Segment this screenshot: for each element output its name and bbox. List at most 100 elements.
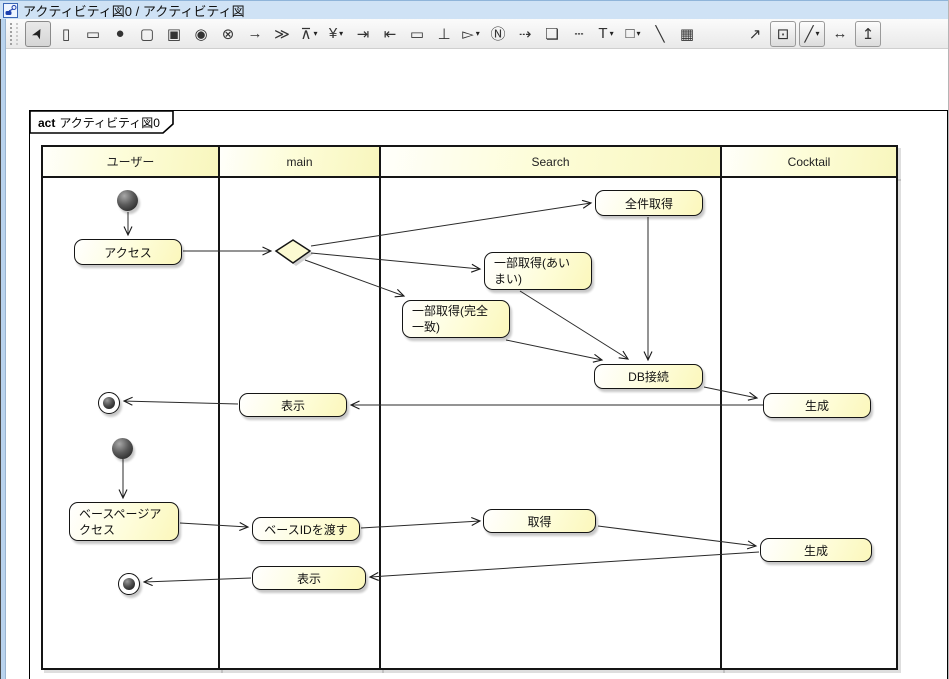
object-node-tool-glyph: ▭ <box>410 25 424 43</box>
dropdown-caret-icon[interactable]: ▾ <box>476 29 480 38</box>
activity-final-node-1[interactable] <box>98 392 120 414</box>
dependency-tool[interactable]: ⇢ <box>513 22 537 46</box>
frame-tab-label: actアクティビティ図0 <box>38 114 160 131</box>
action-tool[interactable]: ▢ <box>135 22 159 46</box>
initial-node-tool-glyph: ● <box>115 25 124 42</box>
activity-final-node-2[interactable] <box>118 573 140 595</box>
dropdown-caret-icon[interactable]: ▾ <box>610 29 614 38</box>
window-title: アクティビティ図0 / アクティビティ図 <box>23 1 245 20</box>
activity-diagram-icon <box>3 3 18 18</box>
select-tool[interactable]: ➤ <box>25 21 51 47</box>
final-node-core <box>103 397 115 409</box>
flow-in-tool[interactable]: ⇥ <box>351 22 375 46</box>
partition-horizontal-tool[interactable]: ▭ <box>81 22 105 46</box>
diagram-toolbar: ➤▯▭●▢▣◉⊗→≫⊼▾¥▾⇥⇤▭⊥▻▾Ⓝ⇢❏┄T▾□▾╲▦↗⊡╱▾↔↥ <box>6 19 949 49</box>
auto-layout-button-glyph: ↥ <box>862 25 875 43</box>
grid-toggle-glyph: ⊡ <box>777 25 790 43</box>
line-tool-glyph: ╲ <box>655 25 664 43</box>
image-tool-glyph: ▦ <box>680 25 694 43</box>
lane-body-search[interactable] <box>379 176 722 670</box>
partition-horizontal-tool-glyph: ▭ <box>86 25 100 43</box>
lane-header-user[interactable]: ユーザー <box>41 145 220 178</box>
object-node-tool[interactable]: ▭ <box>405 22 429 46</box>
lane-header-main[interactable]: main <box>218 145 381 178</box>
rect-tool-glyph: □ <box>625 25 634 42</box>
flow-in-tool-glyph: ⇥ <box>357 25 370 43</box>
action-display-1[interactable]: 表示 <box>239 393 347 417</box>
join-node-tool[interactable]: ¥▾ <box>324 22 348 46</box>
image-tool[interactable]: ▦ <box>675 22 699 46</box>
grid-toggle[interactable]: ⊡ <box>770 21 796 47</box>
action-generate-1[interactable]: 生成 <box>763 393 871 418</box>
lane-header-search[interactable]: Search <box>379 145 722 178</box>
toolbar-gap <box>702 33 740 34</box>
note-tool-glyph: ❏ <box>545 25 558 43</box>
action-pass-base-id[interactable]: ベースIDを渡す <box>252 517 360 541</box>
flow-final-tool[interactable]: ⊗ <box>216 22 240 46</box>
flow-out-tool-glyph: ⇤ <box>384 25 397 43</box>
merge-node-tool-glyph: ≫ <box>274 25 290 43</box>
rect-tool[interactable]: □▾ <box>621 22 645 46</box>
send-signal-tool-glyph: ▻ <box>462 25 474 43</box>
dropdown-caret-icon[interactable]: ▾ <box>313 29 317 38</box>
initial-node-2[interactable] <box>112 438 133 459</box>
flow-out-tool[interactable]: ⇤ <box>378 22 402 46</box>
fork-node-tool[interactable]: ⊼▾ <box>297 22 321 46</box>
text-tool[interactable]: T▾ <box>594 22 618 46</box>
activity-final-tool-glyph: ◉ <box>194 25 207 43</box>
frame-name: アクティビティ図0 <box>59 116 160 130</box>
pin-tool-glyph: ⊥ <box>437 25 450 43</box>
toolbar-drag-handle[interactable] <box>10 23 18 45</box>
app-window: アクティビティ図0 / アクティビティ図 ➤▯▭●▢▣◉⊗→≫⊼▾¥▾⇥⇤▭⊥▻… <box>0 0 949 679</box>
action-generate-2[interactable]: 生成 <box>760 538 872 562</box>
action-get-partial-fuzzy[interactable]: 一部取得(あい まい) <box>484 252 592 290</box>
send-signal-tool[interactable]: ▻▾ <box>459 22 483 46</box>
action-display-2[interactable]: 表示 <box>252 566 366 590</box>
call-behavior-action-tool[interactable]: ▣ <box>162 22 186 46</box>
join-node-tool-glyph: ¥ <box>329 25 337 42</box>
fit-width-button-glyph: ↔ <box>833 25 848 42</box>
line-style-button-glyph: ╱ <box>804 25 813 43</box>
diagram-canvas[interactable]: actアクティビティ図0 ユーザー main Search Cocktail <box>7 49 948 679</box>
call-behavior-action-tool-glyph: ▣ <box>167 25 181 43</box>
pushpin-toggle[interactable]: ↗ <box>743 22 767 46</box>
dropdown-caret-icon[interactable]: ▾ <box>637 29 641 38</box>
dashed-line-tool[interactable]: ┄ <box>567 22 591 46</box>
initial-node-1[interactable] <box>117 190 138 211</box>
action-fetch[interactable]: 取得 <box>483 509 596 533</box>
dropdown-caret-icon[interactable]: ▾ <box>339 29 343 38</box>
note-tool[interactable]: ❏ <box>540 22 564 46</box>
control-flow-tool-glyph: → <box>248 25 263 42</box>
partition-vertical-tool[interactable]: ▯ <box>54 22 78 46</box>
fork-node-tool-glyph: ⊼ <box>301 25 312 43</box>
fit-width-button[interactable]: ↔ <box>828 22 852 46</box>
line-style-button[interactable]: ╱▾ <box>799 21 825 47</box>
initial-node-tool[interactable]: ● <box>108 22 132 46</box>
lane-header-cocktail[interactable]: Cocktail <box>720 145 898 178</box>
action-db-connect[interactable]: DB接続 <box>594 364 703 389</box>
line-tool[interactable]: ╲ <box>648 22 672 46</box>
frame-tab[interactable]: actアクティビティ図0 <box>29 110 179 136</box>
partition-vertical-tool-glyph: ▯ <box>62 25 70 43</box>
merge-node-tool[interactable]: ≫ <box>270 22 294 46</box>
control-flow-tool[interactable]: → <box>243 22 267 46</box>
action-get-partial-exact[interactable]: 一部取得(完全 一致) <box>402 300 510 338</box>
action-tool-glyph: ▢ <box>140 25 154 43</box>
lane-body-main[interactable] <box>218 176 381 670</box>
action-get-all[interactable]: 全件取得 <box>595 190 703 216</box>
flow-final-tool-glyph: ⊗ <box>222 25 235 43</box>
action-basepage-access[interactable]: ベースページア クセス <box>69 502 179 541</box>
dependency-tool-glyph: ⇢ <box>519 25 532 43</box>
auto-layout-button[interactable]: ↥ <box>855 21 881 47</box>
pin-tool[interactable]: ⊥ <box>432 22 456 46</box>
activity-final-tool[interactable]: ◉ <box>189 22 213 46</box>
text-tool-glyph: T <box>598 25 607 42</box>
accept-event-tool[interactable]: Ⓝ <box>486 22 510 46</box>
dashed-line-tool-glyph: ┄ <box>574 25 583 43</box>
window-left-border <box>0 19 6 679</box>
dropdown-caret-icon[interactable]: ▾ <box>816 29 820 38</box>
select-tool-glyph: ➤ <box>28 24 49 42</box>
action-access[interactable]: アクセス <box>74 239 182 265</box>
lane-body-cocktail[interactable] <box>720 176 898 670</box>
title-bar: アクティビティ図0 / アクティビティ図 <box>0 0 949 19</box>
